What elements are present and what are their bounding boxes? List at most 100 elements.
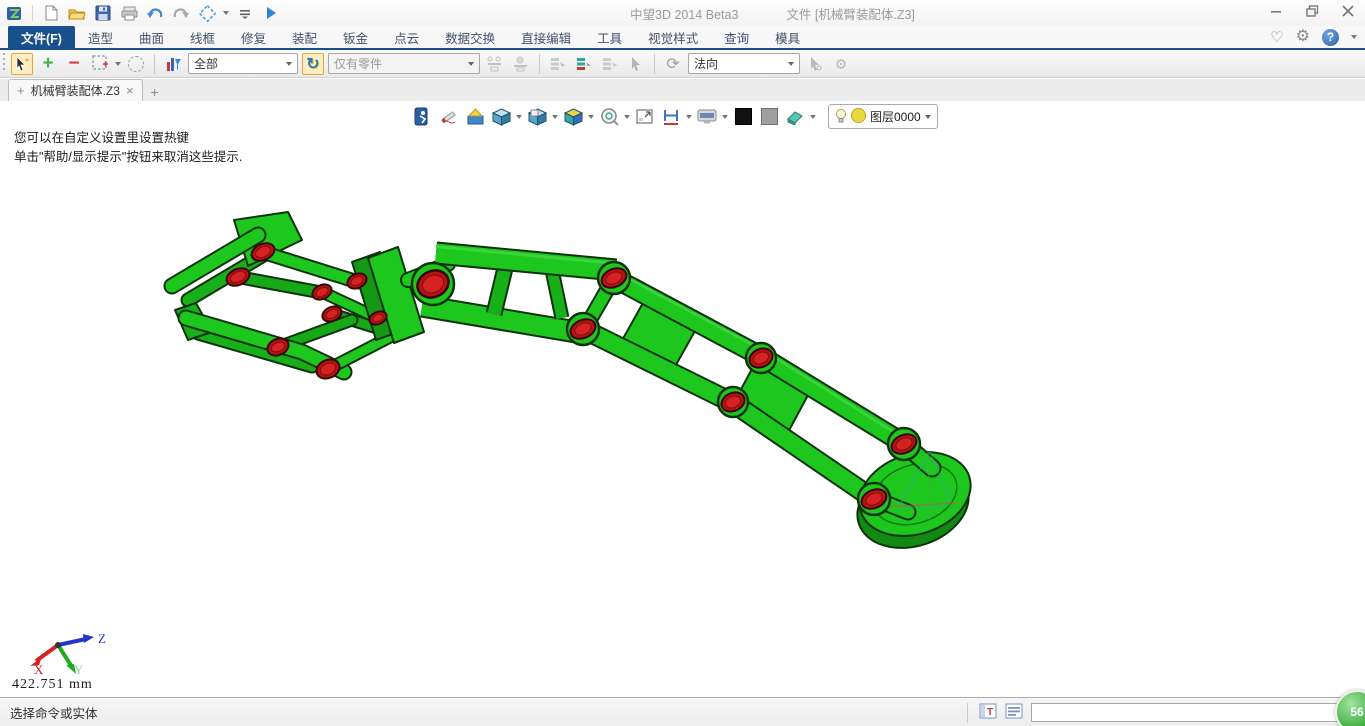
shaded-cube-caret-icon[interactable] xyxy=(516,115,522,119)
menu-file[interactable]: 文件(F) xyxy=(8,26,75,48)
customize-qat-icon[interactable] xyxy=(235,3,255,23)
black-background-swatch[interactable] xyxy=(732,106,754,128)
lasso-select-icon[interactable] xyxy=(125,53,147,75)
view-standard-icon[interactable] xyxy=(197,3,217,23)
select-tool-icon[interactable] xyxy=(11,53,33,75)
document-title: 文件 [机械臂装配体.Z3] xyxy=(786,4,914,23)
pick-list-first-icon[interactable] xyxy=(547,53,569,75)
menu-data-exchange[interactable]: 数据交换 xyxy=(432,26,508,48)
remove-from-selection-icon[interactable]: − xyxy=(63,53,85,75)
layer-combo-caret-icon[interactable] xyxy=(925,115,931,119)
viewport[interactable]: 您可以在自定义设置里设置热键 单击"帮助/显示提示"按钮来取消这些提示. xyxy=(0,101,1365,697)
axis-triad: X Y Z xyxy=(6,629,116,680)
axis-x-label: X xyxy=(34,662,44,675)
output-list-icon[interactable] xyxy=(1005,703,1023,722)
menu-assembly[interactable]: 装配 xyxy=(279,26,330,48)
pick-mode-icon[interactable]: ↻ xyxy=(302,53,324,75)
pick-cursor-icon[interactable] xyxy=(625,53,647,75)
erase-icon[interactable] xyxy=(438,106,460,128)
tab-close-icon[interactable]: × xyxy=(126,83,134,98)
tab-doc-icon: + xyxy=(17,83,25,98)
zoom-circle-caret-icon[interactable] xyxy=(624,115,630,119)
zoom-circle-icon[interactable] xyxy=(598,106,620,128)
measure-readout: 422.751 mm xyxy=(12,677,93,693)
menu-shape[interactable]: 造型 xyxy=(75,26,126,48)
layer-color-swatch[interactable] xyxy=(851,108,866,126)
lightbulb-icon[interactable] xyxy=(835,108,847,126)
filter-combo-caret-icon xyxy=(286,62,292,66)
app-window: 中望3D 2014 Beta3 文件 [机械臂装配体.Z3] 文件(F) 造型 … xyxy=(0,0,1365,726)
gray-background-swatch[interactable] xyxy=(758,106,780,128)
favorites-icon[interactable]: ♡ xyxy=(1270,30,1283,45)
menu-mold[interactable]: 模具 xyxy=(762,26,813,48)
pick-scope-combo[interactable]: 仅有零件 xyxy=(328,53,480,74)
view-toolbar: 图层0000 xyxy=(412,104,938,129)
document-tab[interactable]: + 机械臂装配体.Z3 × xyxy=(8,79,143,101)
menu-direct-edit[interactable]: 直接编辑 xyxy=(508,26,584,48)
help-caret-icon[interactable] xyxy=(1351,35,1357,39)
settings-icon[interactable]: ⚙ xyxy=(1296,29,1310,45)
add-to-selection-icon[interactable]: + xyxy=(37,53,59,75)
save-icon[interactable] xyxy=(93,3,113,23)
menu-visual-style[interactable]: 视觉样式 xyxy=(635,26,711,48)
unfold-icon[interactable] xyxy=(464,106,486,128)
zoom-window-icon[interactable] xyxy=(634,106,656,128)
shaded-cube-icon[interactable] xyxy=(490,106,512,128)
status-bar: 选择命令或实体 T xyxy=(0,697,1365,726)
open-file-icon[interactable] xyxy=(67,3,87,23)
axis-z-label: Z xyxy=(98,631,106,646)
menu-pointcloud[interactable]: 点云 xyxy=(381,26,432,48)
model-3d-assembly xyxy=(0,101,1365,697)
manager-panel-icon[interactable]: T xyxy=(979,703,997,722)
start-icon[interactable] xyxy=(261,3,281,23)
restore-button[interactable] xyxy=(1301,2,1323,20)
new-file-icon[interactable] xyxy=(41,3,61,23)
pick-arrow-icon[interactable] xyxy=(804,53,826,75)
divider xyxy=(654,54,655,74)
menu-surface[interactable]: 曲面 xyxy=(126,26,177,48)
axis-y-label: Y xyxy=(74,662,84,675)
normal-direction-icon[interactable]: ⟳ xyxy=(662,53,684,75)
section-cube-caret-icon[interactable] xyxy=(552,115,558,119)
menu-wireframe[interactable]: 线框 xyxy=(177,26,228,48)
display-mode-icon[interactable] xyxy=(696,106,718,128)
view-standard-caret-icon[interactable] xyxy=(223,11,229,15)
redo-icon[interactable] xyxy=(171,3,191,23)
new-tab-button[interactable]: + xyxy=(143,83,167,101)
menu-repair[interactable]: 修复 xyxy=(228,26,279,48)
exit-icon[interactable] xyxy=(412,106,434,128)
print-icon[interactable] xyxy=(119,3,139,23)
eraser-icon[interactable] xyxy=(784,106,806,128)
normal-combo[interactable]: 法向 xyxy=(688,53,800,74)
zoom-width-caret-icon[interactable] xyxy=(686,115,692,119)
selection-toolbar: + − 全部 ↻ 仅有零件 xyxy=(0,50,1365,78)
pick-settings-icon[interactable]: ⚙ xyxy=(830,53,852,75)
display-mode-caret-icon[interactable] xyxy=(722,115,728,119)
menu-tools[interactable]: 工具 xyxy=(584,26,635,48)
minimize-button[interactable] xyxy=(1265,2,1287,20)
document-tab-bar: + 机械臂装配体.Z3 × + xyxy=(0,79,1365,102)
layer-combo-label[interactable]: 图层0000 xyxy=(870,108,921,125)
menu-inquire[interactable]: 查询 xyxy=(711,26,762,48)
filter-combo[interactable]: 全部 xyxy=(188,53,298,74)
eraser-caret-icon[interactable] xyxy=(810,115,816,119)
pick-list-last-icon[interactable] xyxy=(599,53,621,75)
section-cube-icon[interactable] xyxy=(526,106,548,128)
menu-sheetmetal[interactable]: 钣金 xyxy=(330,26,381,48)
selection-filter-icon[interactable] xyxy=(162,53,184,75)
command-input[interactable] xyxy=(1031,703,1361,722)
menu-bar: 文件(F) 造型 曲面 线框 修复 装配 钣金 点云 数据交换 直接编辑 工具 … xyxy=(0,26,1365,50)
marquee-select-caret-icon[interactable] xyxy=(115,62,121,66)
chain-pick-icon[interactable] xyxy=(484,53,506,75)
help-icon[interactable]: ? xyxy=(1322,29,1339,46)
marquee-select-icon[interactable] xyxy=(89,53,111,75)
single-pick-icon[interactable] xyxy=(510,53,532,75)
close-button[interactable] xyxy=(1337,2,1359,20)
colored-cube-icon[interactable] xyxy=(562,106,584,128)
pick-list-all-icon[interactable] xyxy=(573,53,595,75)
toolbar-grip[interactable] xyxy=(2,51,7,76)
quick-access-toolbar xyxy=(0,3,281,23)
undo-icon[interactable] xyxy=(145,3,165,23)
zoom-width-icon[interactable] xyxy=(660,106,682,128)
colored-cube-caret-icon[interactable] xyxy=(588,115,594,119)
